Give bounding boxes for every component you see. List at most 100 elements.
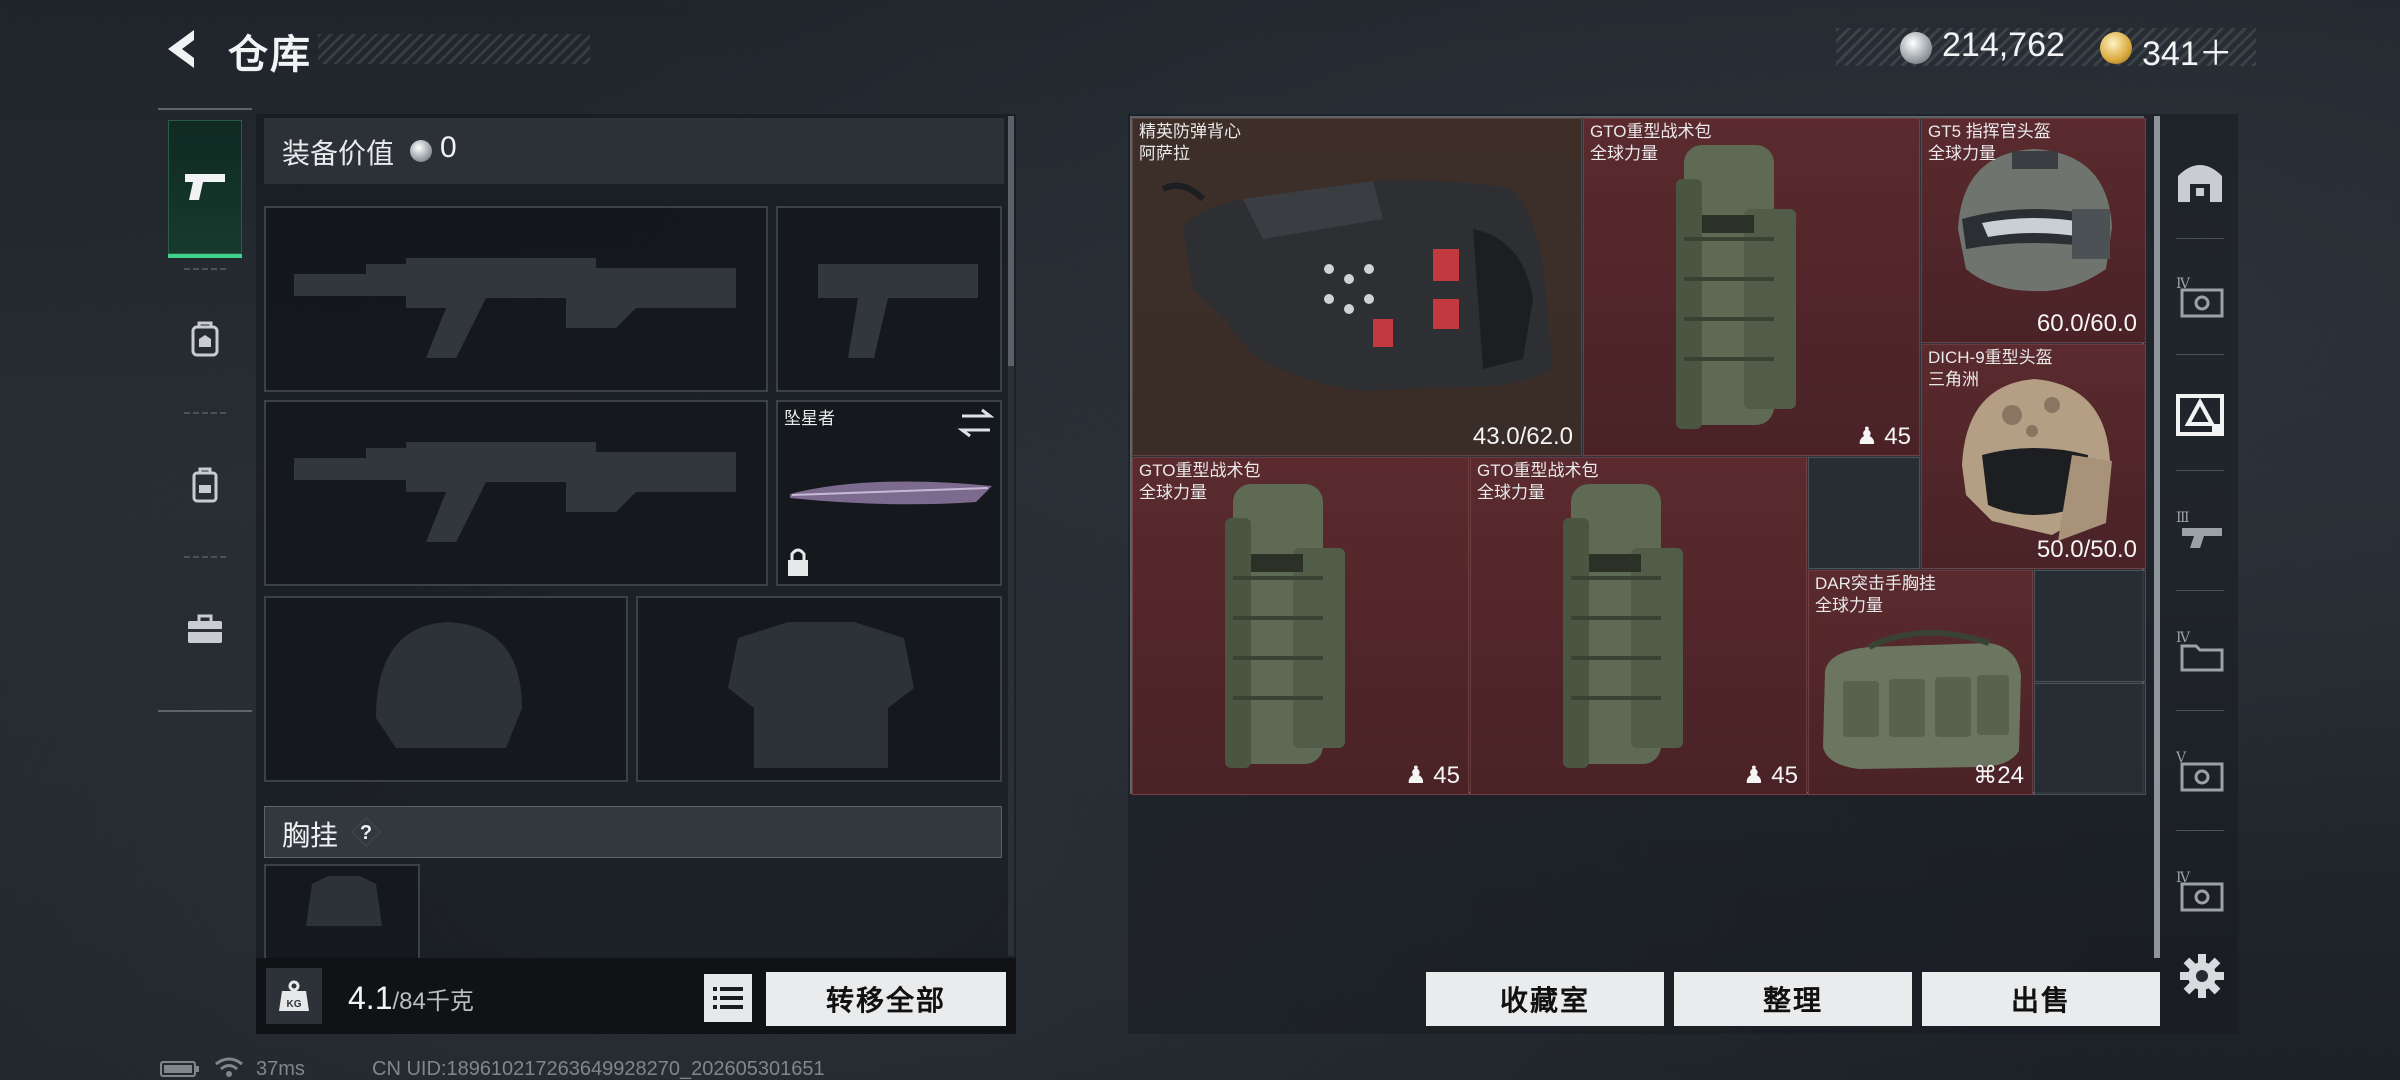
chest-rig-slot[interactable] xyxy=(264,864,420,958)
side-tab-case-4c[interactable]: Ⅳ xyxy=(2168,838,2232,942)
melee-slot[interactable]: 坠星者 xyxy=(776,400,1002,586)
svg-text:Ⅲ: Ⅲ xyxy=(2176,510,2190,526)
empty-cell[interactable] xyxy=(2034,683,2146,795)
weight-readout: 4.1/84千克 xyxy=(348,980,474,1017)
help-icon[interactable]: ? xyxy=(350,816,382,848)
side-tab-home[interactable] xyxy=(2168,128,2232,232)
durability: 43.0/62.0 xyxy=(1472,423,1573,450)
svg-text:?: ? xyxy=(360,822,372,844)
left-scrollbar[interactable] xyxy=(1008,116,1014,366)
collection-room-button[interactable]: 收藏室 xyxy=(1426,972,1664,1026)
case-icon: Ⅴ xyxy=(2175,750,2224,792)
side-tab-case-3[interactable]: Ⅲ xyxy=(2168,478,2232,582)
title-decoration xyxy=(318,34,590,64)
settings-gear-icon[interactable] xyxy=(2178,952,2226,1000)
case-icon: Ⅳ xyxy=(2176,276,2224,318)
gold-coin-icon xyxy=(2100,32,2132,64)
wifi-icon xyxy=(215,1057,243,1077)
chest-rig-label: 胸挂 xyxy=(282,820,339,851)
item-dich9-helmet[interactable]: DICH-9重型头盔 三角洲 50.0/50.0 xyxy=(1921,344,2146,569)
sell-button[interactable]: 出售 xyxy=(1922,972,2160,1026)
helmet-slot[interactable] xyxy=(264,596,628,782)
tab-divider xyxy=(184,556,226,558)
melee-art xyxy=(788,408,995,576)
backpack-art xyxy=(1225,484,1345,768)
empty-cell[interactable] xyxy=(2034,570,2146,682)
page-title: 仓库 xyxy=(228,33,312,77)
knife-icon xyxy=(790,481,992,505)
capacity: ⌘24 xyxy=(1973,762,2024,789)
item-gt5-helmet[interactable]: GT5 指挥官头盔 全球力量 60.0/60.0 xyxy=(1921,118,2146,343)
tab-gear[interactable] xyxy=(168,272,242,406)
gold-coin-amount[interactable]: 341＋ xyxy=(2142,26,2233,75)
backpack-tag-icon xyxy=(191,321,219,357)
active-tab-indicator xyxy=(168,254,242,258)
item-gto-bag[interactable]: GTO重型战术包 全球力量 ♟ 45 xyxy=(1470,457,1807,795)
armor-slot[interactable] xyxy=(636,596,1002,782)
right-scrollbar[interactable] xyxy=(2154,116,2160,958)
side-divider xyxy=(2176,238,2224,239)
capacity: ♟ 45 xyxy=(1405,762,1460,789)
backpack-icon xyxy=(192,467,218,503)
equipment-value-number: 0 xyxy=(440,131,457,164)
pistol-slot[interactable] xyxy=(776,206,1002,392)
svg-text:KG: KG xyxy=(287,999,302,1010)
current-weight: 4.1 xyxy=(348,980,393,1016)
vest-silhouette-icon xyxy=(728,622,914,768)
item-name: GTO重型战术包 全球力量 xyxy=(1139,461,1261,502)
helmet-silhouette-icon xyxy=(376,622,522,748)
side-tab-selected[interactable] xyxy=(2168,362,2232,466)
item-name: GT5 指挥官头盔 全球力量 xyxy=(1928,122,2051,163)
rifle-silhouette-icon xyxy=(294,442,736,542)
organize-button[interactable]: 整理 xyxy=(1674,972,1912,1026)
tab-rail-bottom xyxy=(158,710,252,712)
side-divider xyxy=(2176,354,2224,355)
silver-coin-icon xyxy=(1900,32,1932,64)
durability: 60.0/60.0 xyxy=(2036,310,2137,337)
item-name: 精英防弹背心 阿萨拉 xyxy=(1139,122,1241,163)
battery-icon xyxy=(160,1061,199,1077)
bag-icon: ♟ xyxy=(1856,423,1878,450)
item-gto-bag[interactable]: GTO重型战术包 全球力量 ♟ 45 xyxy=(1132,457,1469,795)
side-divider xyxy=(2176,830,2224,831)
backpack-art xyxy=(1563,484,1683,768)
vest-art xyxy=(1161,180,1553,391)
item-name: DAR突击手胸挂 全球力量 xyxy=(1815,574,1936,615)
side-divider xyxy=(2176,470,2224,471)
item-name: DICH-9重型头盔 三角洲 xyxy=(1928,348,2053,389)
storage-grid: 精英防弹背心 阿萨拉 43.0/62.0 GTO重型战术包 全球力量 ♟ 45 GT… xyxy=(1130,116,2146,796)
rig-icon: ⌘ xyxy=(1973,762,1998,789)
swap-icon[interactable] xyxy=(957,408,995,438)
lock-icon xyxy=(788,548,808,576)
side-divider xyxy=(2176,710,2224,711)
list-view-button[interactable] xyxy=(704,974,752,1022)
case-icon: Ⅳ xyxy=(2176,870,2224,912)
item-gto-bag[interactable]: GTO重型战术包 全球力量 ♟ 45 xyxy=(1583,118,1920,456)
side-tab-case-5[interactable]: Ⅴ xyxy=(2168,718,2232,822)
secondary-weapon-slot[interactable] xyxy=(264,400,768,586)
back-arrow-icon[interactable] xyxy=(160,26,206,72)
rifle-silhouette-icon xyxy=(294,258,736,358)
item-elite-vest[interactable]: 精英防弹背心 阿萨拉 43.0/62.0 xyxy=(1132,118,1582,456)
tab-backpack[interactable] xyxy=(168,418,242,552)
primary-weapon-slot[interactable] xyxy=(264,206,768,392)
tab-rail-top xyxy=(158,108,252,110)
selected-case-icon xyxy=(2176,394,2224,436)
tab-case[interactable] xyxy=(168,562,242,696)
item-dar-chest-rig[interactable]: DAR突击手胸挂 全球力量 ⌘24 xyxy=(1808,570,2033,795)
backpack-art xyxy=(1676,145,1796,429)
side-tab-case-4[interactable]: Ⅳ xyxy=(2168,244,2232,348)
folder-case-icon: Ⅳ xyxy=(2176,630,2224,672)
value-coin-icon xyxy=(410,140,432,162)
transfer-all-button[interactable]: 转移全部 xyxy=(766,972,1006,1026)
tab-divider xyxy=(184,412,226,414)
uid-readout: CN UID:18961021726364992​8270_2026053016… xyxy=(372,1058,825,1080)
max-weight: /84千克 xyxy=(392,988,474,1015)
side-tab-case-4b[interactable]: Ⅳ xyxy=(2168,598,2232,702)
pistol-silhouette-icon xyxy=(818,264,978,358)
gun-case-icon: Ⅲ xyxy=(2176,510,2222,548)
vault-icon xyxy=(2178,165,2222,202)
bag-icon: ♟ xyxy=(1743,762,1765,789)
tab-weapons[interactable] xyxy=(168,120,242,254)
empty-cell[interactable] xyxy=(1808,457,1920,569)
